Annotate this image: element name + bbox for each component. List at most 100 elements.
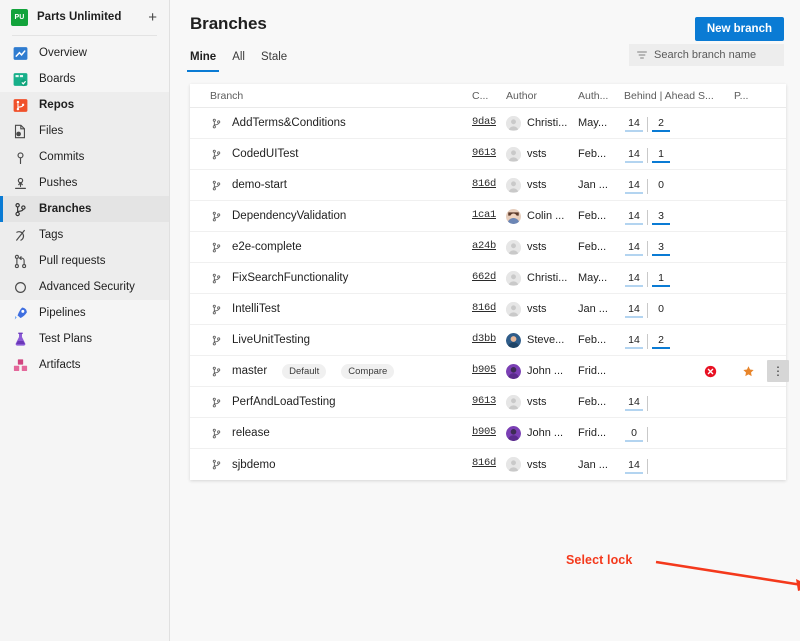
branch-name[interactable]: FixSearchFunctionality (232, 272, 348, 284)
ahead-bar (652, 316, 670, 318)
ahead-bar (652, 472, 670, 474)
table-row[interactable]: LiveUnitTesting d3bb Steve... Feb... 14 2 (190, 325, 786, 356)
table-row[interactable]: AddTerms&Conditions 9da5 Christi... May... 1… (190, 108, 786, 139)
table-row[interactable]: master Default Compare b905 John ... Frid... ⋮ (190, 356, 789, 387)
table-row[interactable]: FixSearchFunctionality 662d Christi... May.… (190, 263, 786, 294)
col-header-authored-date[interactable]: Auth... (578, 90, 624, 102)
behind-count: 14 (628, 334, 640, 346)
tab-mine[interactable]: Mine (186, 51, 220, 72)
more-actions-button[interactable]: ⋮ (767, 360, 789, 382)
branches-icon (12, 201, 29, 218)
commit-hash-link[interactable]: 9613 (472, 147, 500, 159)
branch-name[interactable]: AddTerms&Conditions (232, 117, 346, 129)
table-row[interactable]: PerfAndLoadTesting 9613 vsts Feb... 14 (190, 387, 786, 418)
branch-name[interactable]: IntelliTest (232, 303, 280, 315)
tabs-host: Mine All Stale (186, 51, 303, 72)
commit-hash-link[interactable]: 816d (472, 457, 500, 469)
sidebar-item-overview[interactable]: Overview (0, 40, 169, 66)
author-name: vsts (527, 179, 547, 191)
author-name: Steve... (527, 334, 565, 346)
behind-bar (625, 223, 643, 225)
table-row[interactable]: e2e-complete a24b vsts Feb... 14 3 (190, 232, 786, 263)
table-row[interactable]: demo-start 816d vsts Jan ... 14 0 (190, 170, 786, 201)
authored-date: May... (578, 272, 608, 284)
sidebar-item-artifacts[interactable]: Artifacts (0, 352, 169, 378)
project-header[interactable]: PU Parts Unlimited + (0, 0, 169, 34)
sidebar-item-pipelines[interactable]: Pipelines (0, 300, 169, 326)
sidebar-item-label: Pull requests (39, 255, 106, 267)
new-branch-button[interactable]: New branch (694, 17, 784, 41)
commit-hash-link[interactable]: 816d (472, 302, 500, 314)
branch-icon (210, 365, 223, 378)
tab-all[interactable]: All (232, 51, 245, 71)
branch-name[interactable]: release (232, 427, 270, 439)
boards-icon (12, 71, 29, 88)
commit-hash-link[interactable]: d3bb (472, 333, 500, 345)
sidebar-item-pull-requests[interactable]: Pull requests (0, 248, 169, 274)
favorite-star-icon[interactable] (742, 365, 755, 378)
author-name: vsts (527, 396, 547, 408)
sidebar-item-pushes[interactable]: Pushes (0, 170, 169, 196)
col-header-pullrequest[interactable]: P... (734, 90, 774, 102)
table-row[interactable]: CodedUITest 9613 vsts Feb... 14 1 (190, 139, 786, 170)
behind-bar (625, 347, 643, 349)
commit-hash-link[interactable]: 662d (472, 271, 500, 283)
sidebar-item-branches[interactable]: Branches (0, 196, 169, 222)
author-name: vsts (527, 241, 547, 253)
branch-name[interactable]: master (232, 365, 267, 377)
commit-hash-link[interactable]: b905 (472, 426, 500, 438)
branch-icon (210, 117, 223, 130)
tab-stale[interactable]: Stale (261, 51, 287, 71)
table-row[interactable]: DependencyValidation 1ca1 Colin ... Feb... 1… (190, 201, 786, 232)
behind-ahead-meter: 14 3 (624, 207, 698, 225)
authored-date: May... (578, 117, 608, 129)
branch-name[interactable]: e2e-complete (232, 241, 302, 253)
sidebar-item-repos[interactable]: Repos (0, 92, 169, 118)
sidebar-item-label: Commits (39, 151, 85, 163)
behind-ahead-meter: 14 2 (624, 114, 698, 132)
branch-name[interactable]: LiveUnitTesting (232, 334, 310, 346)
branch-icon (210, 241, 223, 254)
commit-hash-link[interactable]: 9613 (472, 395, 500, 407)
table-row[interactable]: IntelliTest 816d vsts Jan ... 14 0 (190, 294, 786, 325)
sidebar-item-test-plans[interactable]: Test Plans (0, 326, 169, 352)
branch-icon (210, 179, 223, 192)
build-failed-icon[interactable] (704, 365, 717, 378)
sidebar-item-advanced-security[interactable]: Advanced Security (0, 274, 169, 300)
branch-badge: Default (282, 363, 327, 379)
search-input[interactable]: Search branch name (629, 44, 784, 66)
sidebar-item-label: Test Plans (39, 333, 93, 345)
col-header-commit[interactable]: C... (472, 90, 506, 102)
col-header-branch[interactable]: Branch (190, 90, 472, 102)
col-header-author[interactable]: Author (506, 90, 578, 102)
col-header-status[interactable]: S... (698, 90, 734, 102)
sidebar-item-boards[interactable]: Boards (0, 66, 169, 92)
commit-hash-link[interactable]: 816d (472, 178, 500, 190)
repos-icon (12, 97, 29, 114)
sidebar-item-files[interactable]: Files (0, 118, 169, 144)
files-icon (12, 123, 29, 140)
sidebar-nav: Overview Boards Repos Files Commits Pushes Bra… (0, 40, 169, 378)
commit-hash-link[interactable]: 9da5 (472, 116, 500, 128)
commit-hash-link[interactable]: a24b (472, 240, 500, 252)
col-header-behind-ahead[interactable]: Behind | Ahead (624, 90, 698, 102)
branch-icon (210, 458, 223, 471)
behind-count: 14 (628, 272, 640, 284)
branch-name[interactable]: sjbdemo (232, 459, 275, 471)
sidebar-item-label: Boards (39, 73, 76, 85)
branch-name[interactable]: DependencyValidation (232, 210, 346, 222)
table-row[interactable]: sjbdemo 816d vsts Jan ... 14 (190, 449, 786, 480)
sidebar-item-tags[interactable]: Tags (0, 222, 169, 248)
table-row[interactable]: release b905 John ... Frid... 0 (190, 418, 786, 449)
branch-name[interactable]: PerfAndLoadTesting (232, 396, 336, 408)
behind-bar (625, 316, 643, 318)
ahead-bar (652, 130, 670, 132)
branch-name[interactable]: demo-start (232, 179, 287, 191)
commit-hash-link[interactable]: 1ca1 (472, 209, 500, 221)
authored-date: Frid... (578, 427, 607, 439)
branch-icon (210, 272, 223, 285)
commit-hash-link[interactable]: b905 (472, 364, 500, 376)
plus-icon[interactable]: + (146, 10, 159, 25)
branch-name[interactable]: CodedUITest (232, 148, 298, 160)
sidebar-item-commits[interactable]: Commits (0, 144, 169, 170)
